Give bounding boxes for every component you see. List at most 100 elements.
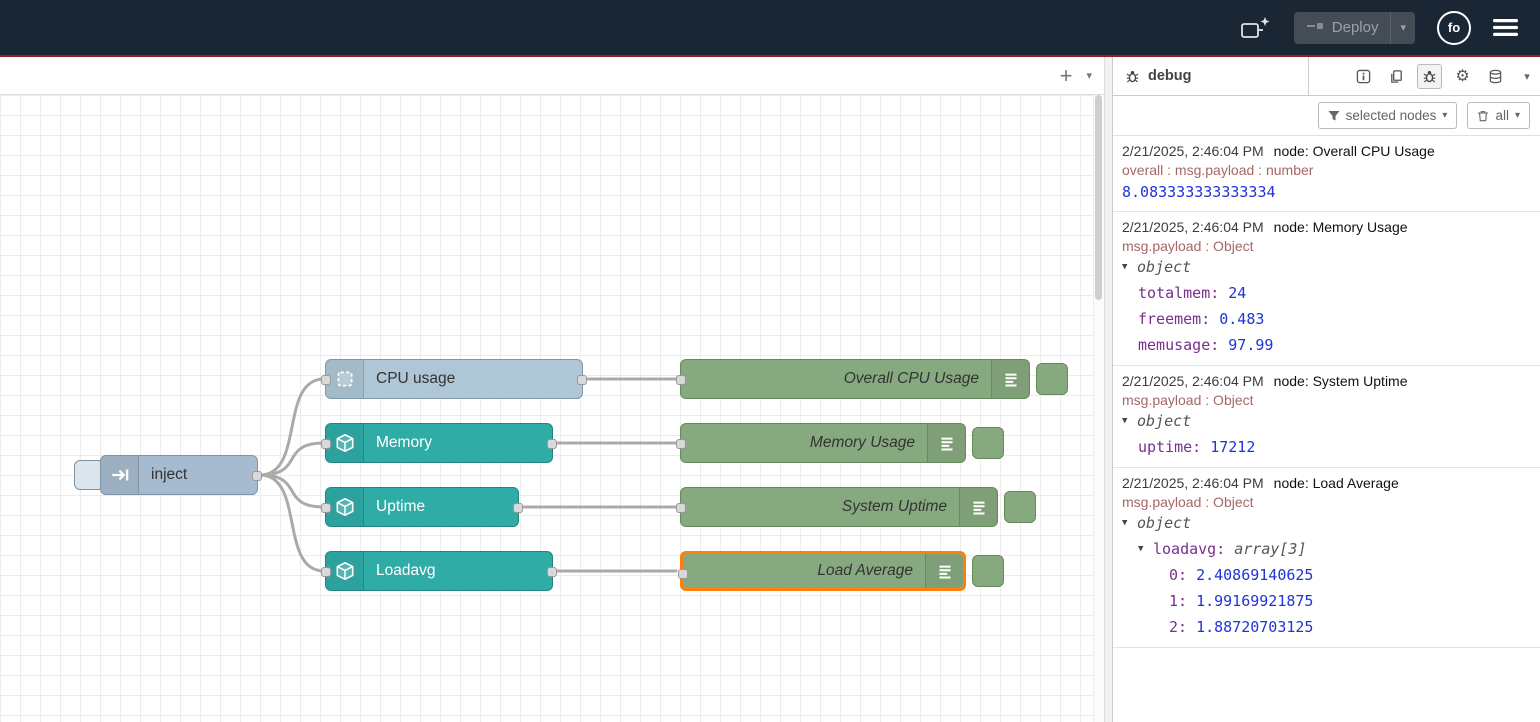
- deploy-options-caret-icon[interactable]: ▾: [1390, 12, 1415, 44]
- deploy-label: Deploy: [1332, 19, 1379, 36]
- debug-enable-toggle[interactable]: [972, 427, 1004, 459]
- trash-icon: [1477, 110, 1489, 122]
- message-timestamp: 2/21/2025, 2:46:04 PM: [1122, 373, 1264, 389]
- info-tab-icon[interactable]: [1351, 64, 1376, 89]
- debug-enable-toggle[interactable]: [972, 555, 1004, 587]
- cube-icon: [326, 552, 364, 590]
- output-port[interactable]: [252, 471, 262, 481]
- node-debug-overall-cpu[interactable]: Overall CPU Usage: [680, 359, 1030, 399]
- message-source-node: node: Memory Usage: [1274, 219, 1408, 235]
- input-port[interactable]: [321, 439, 331, 449]
- sidebar-tab-list-caret-icon[interactable]: ▾: [1514, 57, 1540, 95]
- object-entry: freemem:0.483: [1122, 306, 1531, 332]
- input-port[interactable]: [321, 567, 331, 577]
- message-source-node: node: Load Average: [1274, 475, 1399, 491]
- cube-icon: [326, 424, 364, 462]
- input-port[interactable]: [676, 503, 686, 513]
- debug-message: 2/21/2025, 2:46:04 PM node: Load Average…: [1113, 468, 1540, 648]
- object-expand-toggle[interactable]: ▼ object: [1122, 254, 1531, 280]
- output-port[interactable]: [577, 375, 587, 385]
- node-loadavg[interactable]: Loadavg: [325, 551, 553, 591]
- collapse-caret-icon: ▼: [1122, 254, 1132, 280]
- node-label: inject: [139, 456, 257, 494]
- add-flow-button[interactable]: +: [1060, 65, 1073, 87]
- input-port[interactable]: [676, 439, 686, 449]
- debug-list-icon: [925, 554, 963, 588]
- input-port[interactable]: [321, 375, 331, 385]
- user-avatar[interactable]: fo: [1437, 11, 1471, 45]
- node-debug-memory[interactable]: Memory Usage: [680, 423, 966, 463]
- node-label: Uptime: [364, 488, 518, 526]
- message-source-node: node: System Uptime: [1274, 373, 1408, 389]
- app-header: Deploy ▾ fo: [0, 0, 1540, 55]
- help-docs-icon[interactable]: [1384, 64, 1409, 89]
- message-property-path: overall : msg.payload : number: [1122, 162, 1531, 178]
- flow-tabbar: + ▾: [0, 57, 1104, 95]
- message-timestamp: 2/21/2025, 2:46:04 PM: [1122, 143, 1264, 159]
- output-port[interactable]: [547, 439, 557, 449]
- message-property-path: msg.payload : Object: [1122, 238, 1531, 254]
- message-source-node: node: Overall CPU Usage: [1274, 143, 1435, 159]
- node-cpu-usage[interactable]: CPU usage: [325, 359, 583, 399]
- debug-tab-icon[interactable]: [1417, 64, 1442, 89]
- context-database-icon[interactable]: [1483, 64, 1508, 89]
- config-gear-icon[interactable]: ⚙: [1450, 64, 1475, 89]
- clear-messages-button[interactable]: all ▾: [1467, 102, 1530, 129]
- node-inject[interactable]: inject: [100, 455, 258, 495]
- filter-nodes-label: selected nodes: [1346, 108, 1437, 123]
- node-memory[interactable]: Memory: [325, 423, 553, 463]
- input-port[interactable]: [321, 503, 331, 513]
- flow-list-caret-icon[interactable]: ▾: [1086, 69, 1092, 82]
- object-expand-toggle[interactable]: ▼ object: [1122, 510, 1531, 536]
- clear-messages-label: all: [1495, 108, 1509, 123]
- sidebar-splitter[interactable]: [1104, 57, 1113, 722]
- sidebar-tabbar: debug ⚙ ▾: [1113, 57, 1540, 96]
- bug-icon: [1125, 69, 1140, 84]
- funnel-icon: [1328, 110, 1340, 122]
- debug-enable-toggle[interactable]: [1004, 491, 1036, 523]
- input-port[interactable]: [676, 375, 686, 385]
- node-uptime[interactable]: Uptime: [325, 487, 519, 527]
- object-expand-toggle[interactable]: ▼ object: [1122, 408, 1531, 434]
- message-timestamp: 2/21/2025, 2:46:04 PM: [1122, 475, 1264, 491]
- debug-list-icon: [959, 488, 997, 526]
- filter-caret-icon: ▾: [1442, 110, 1447, 121]
- filter-nodes-button[interactable]: selected nodes ▾: [1318, 102, 1458, 129]
- inject-arrow-icon: [101, 456, 139, 494]
- node-debug-loadavg[interactable]: Load Average: [680, 551, 966, 591]
- debug-enable-toggle[interactable]: [1036, 363, 1068, 395]
- collapse-caret-icon: ▼: [1122, 408, 1132, 434]
- node-label: CPU usage: [364, 360, 582, 398]
- node-label: Memory: [364, 424, 552, 462]
- object-entry: uptime:17212: [1122, 434, 1531, 460]
- main-menu-icon[interactable]: [1493, 18, 1518, 37]
- node-debug-uptime[interactable]: System Uptime: [680, 487, 998, 527]
- array-entry: 0:2.40869140625: [1122, 562, 1531, 588]
- node-label: Memory Usage: [681, 424, 927, 462]
- canvas-scrollbar[interactable]: [1093, 95, 1104, 722]
- debug-message: 2/21/2025, 2:46:04 PM node: System Uptim…: [1113, 366, 1540, 468]
- message-number-value: 8.083333333333334: [1122, 180, 1531, 204]
- input-port[interactable]: [678, 569, 688, 579]
- flow-wires: [0, 95, 1104, 722]
- message-timestamp: 2/21/2025, 2:46:04 PM: [1122, 219, 1264, 235]
- collapse-caret-icon: ▼: [1138, 536, 1148, 562]
- sidebar-icon-buttons: ⚙: [1345, 57, 1514, 95]
- tab-debug[interactable]: debug: [1113, 57, 1309, 95]
- debug-message-list: 2/21/2025, 2:46:04 PM node: Overall CPU …: [1113, 136, 1540, 722]
- clear-caret-icon: ▾: [1515, 110, 1520, 121]
- deploy-button[interactable]: Deploy ▾: [1294, 12, 1415, 44]
- output-port[interactable]: [547, 567, 557, 577]
- scrollbar-thumb[interactable]: [1095, 95, 1102, 300]
- object-entry: memusage:97.99: [1122, 332, 1531, 358]
- object-type-label: object: [1137, 254, 1191, 280]
- output-port[interactable]: [513, 503, 523, 513]
- ai-assistant-icon[interactable]: [1240, 14, 1272, 42]
- collapse-caret-icon: ▼: [1122, 510, 1132, 536]
- node-label: System Uptime: [681, 488, 959, 526]
- debug-message: 2/21/2025, 2:46:04 PM node: Memory Usage…: [1113, 212, 1540, 366]
- sidebar: debug ⚙ ▾ sele: [1113, 57, 1540, 722]
- node-label: Overall CPU Usage: [681, 360, 991, 398]
- array-expand-toggle[interactable]: ▼ loadavg: array[3]: [1122, 536, 1531, 562]
- flow-canvas[interactable]: inject CPU usage Memory: [0, 95, 1104, 722]
